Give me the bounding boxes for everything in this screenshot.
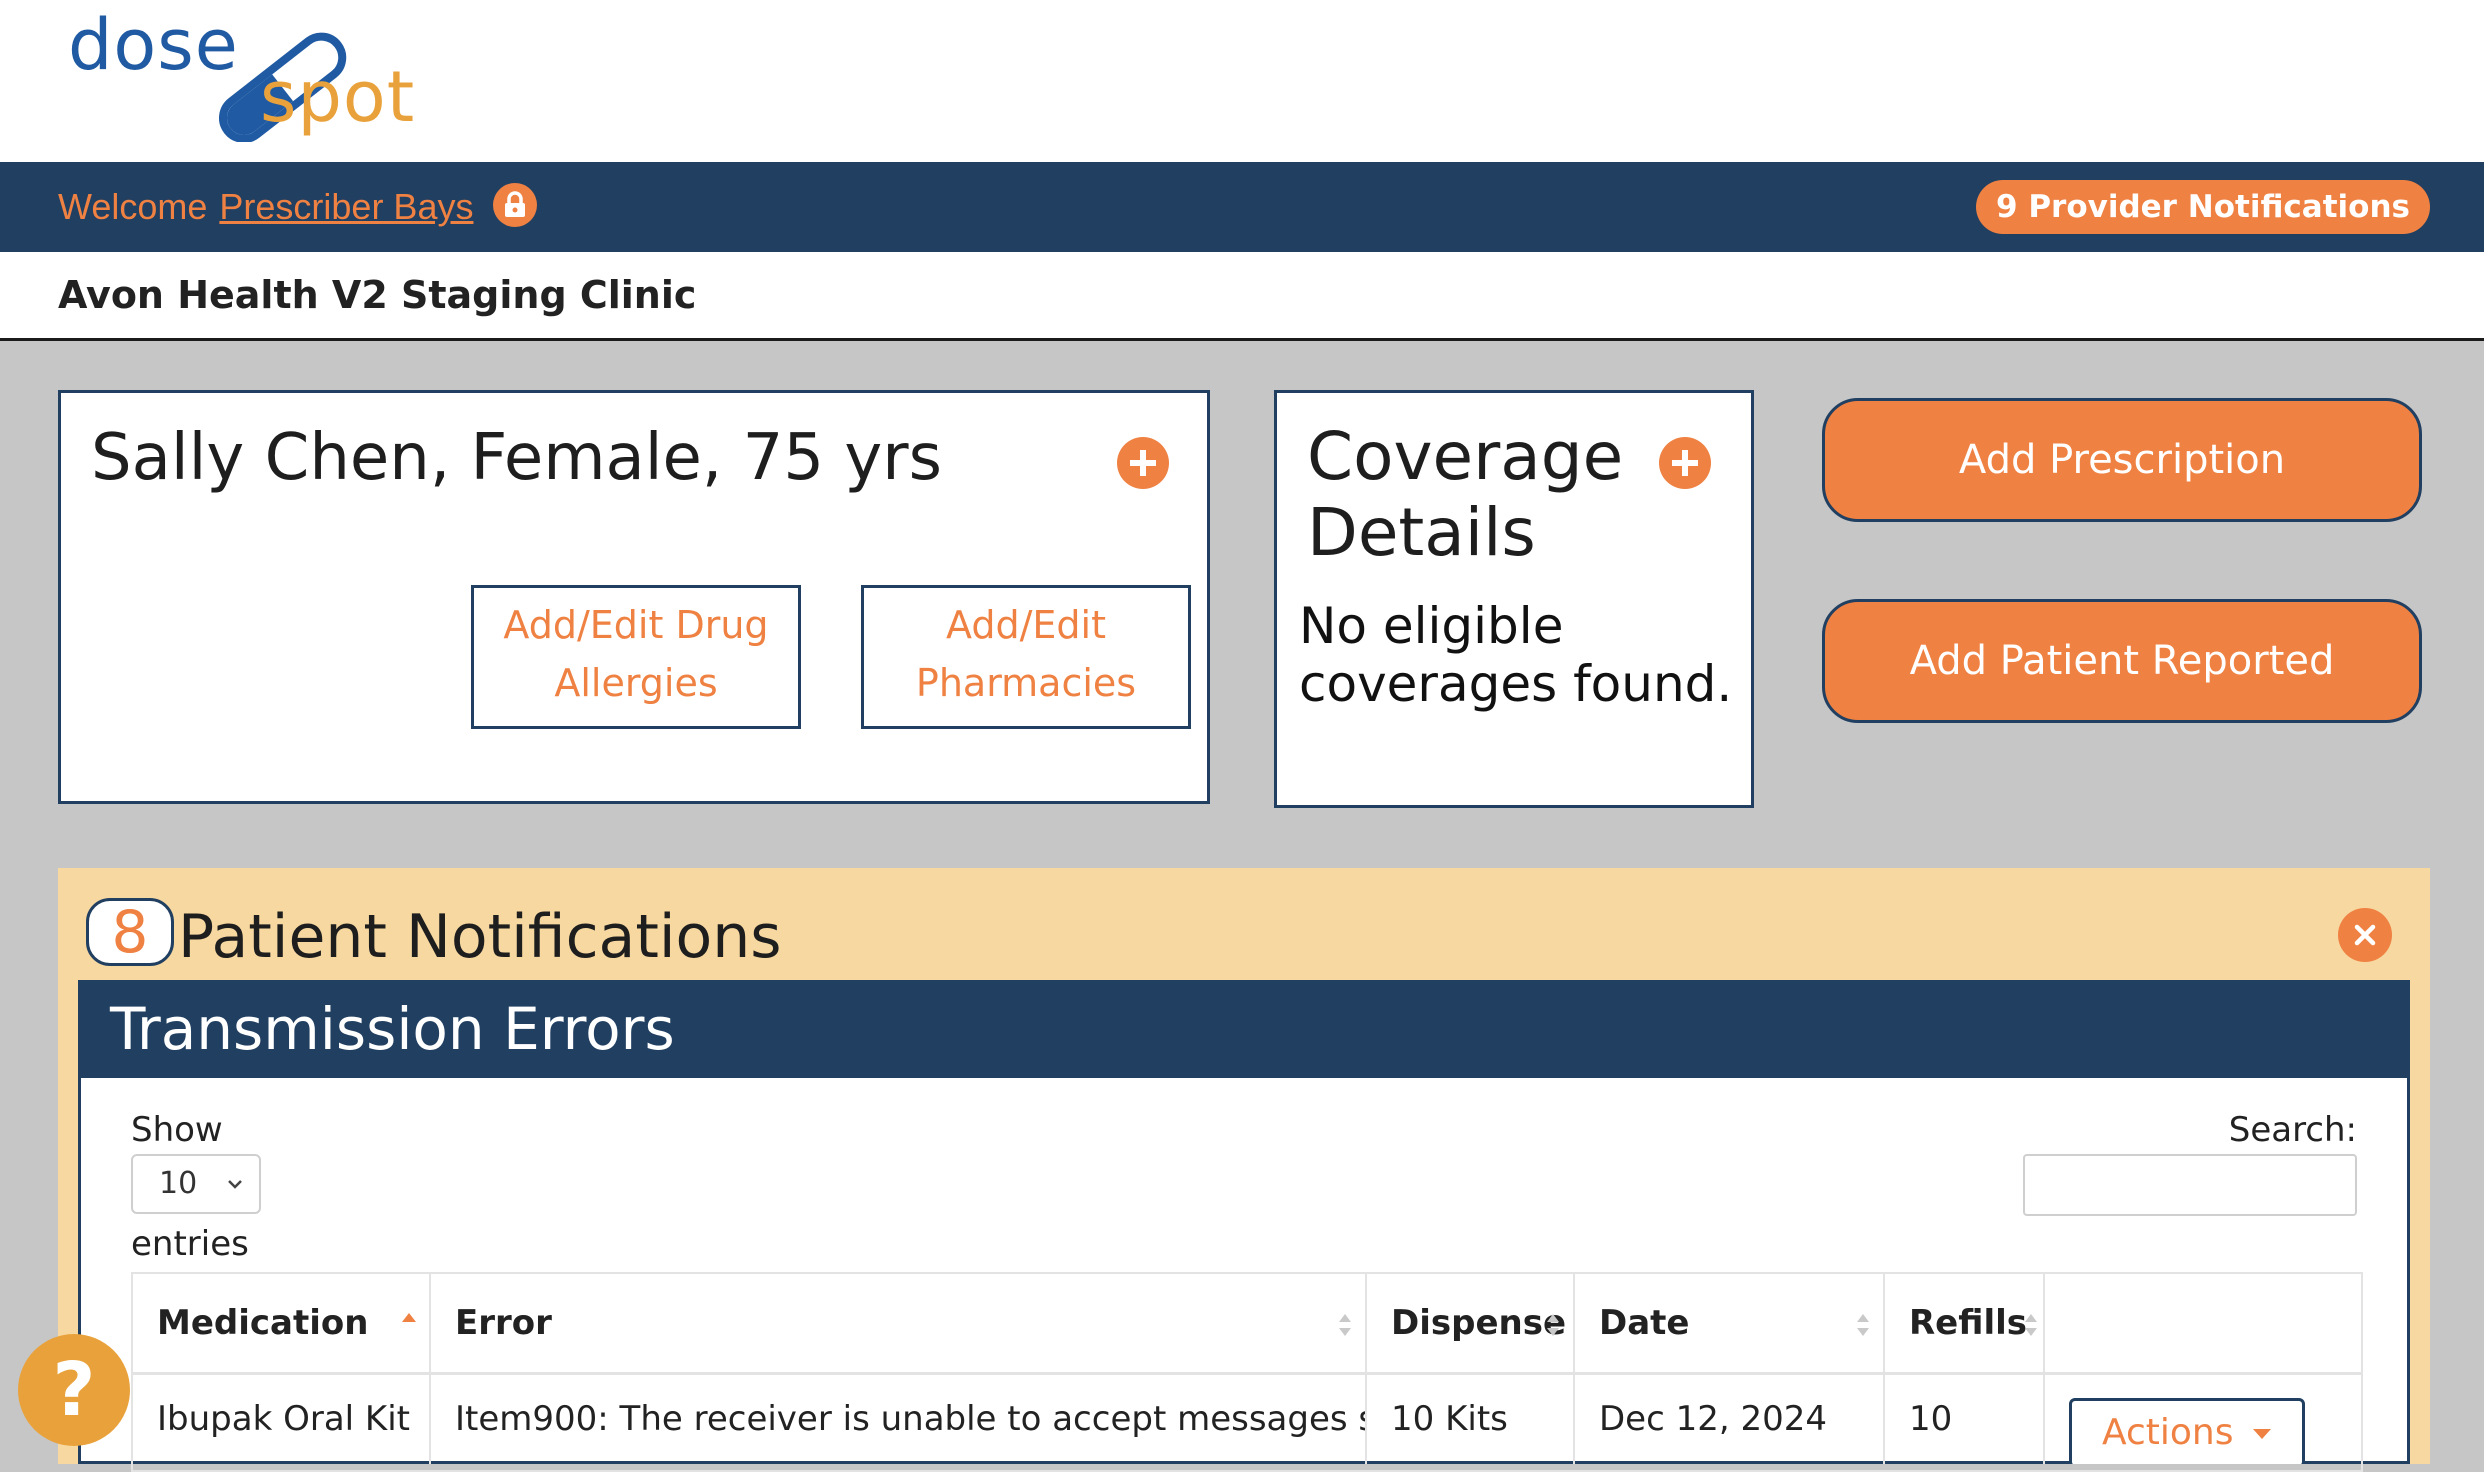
sort-icon (1857, 1314, 1869, 1336)
sort-icon (1339, 1314, 1351, 1336)
welcome-prefix: Welcome (58, 186, 208, 227)
lock-icon[interactable] (493, 183, 538, 228)
sort-icon (2025, 1314, 2037, 1336)
transmission-errors-header: Transmission Errors (78, 980, 2410, 1078)
add-coverage-plus-icon[interactable] (1659, 437, 1711, 489)
add-prescription-button[interactable]: Add Prescription (1822, 398, 2422, 522)
drug-allergies-label-line2: Allergies (554, 661, 718, 705)
actions-dropdown-button[interactable]: Actions (2069, 1398, 2305, 1464)
entries-label: entries (131, 1224, 249, 1264)
column-header-medication-label: Medication (157, 1303, 369, 1343)
clinic-bar: Avon Health V2 Staging Clinic (0, 252, 2484, 341)
close-icon[interactable] (2338, 908, 2392, 962)
add-patient-reported-button[interactable]: Add Patient Reported (1822, 599, 2422, 723)
column-header-error-label: Error (455, 1303, 552, 1343)
transmission-errors-table: Medication Error Dispense Date Refills I… (131, 1272, 2363, 1472)
coverage-message-line1: No eligible (1299, 597, 1564, 655)
column-header-actions (2045, 1274, 2361, 1372)
cell-date: Dec 12, 2024 (1575, 1374, 1885, 1464)
help-button[interactable]: ? (18, 1334, 130, 1446)
column-header-date-label: Date (1599, 1303, 1690, 1343)
cell-refills: 10 (1885, 1374, 2045, 1464)
search-input[interactable] (2023, 1154, 2357, 1216)
patient-summary: Sally Chen, Female, 75 yrs (91, 421, 942, 495)
actions-label: Actions (2102, 1412, 2234, 1453)
prescriber-link[interactable]: Prescriber Bays (219, 186, 473, 227)
search-label: Search: (2228, 1110, 2357, 1150)
page-size-select[interactable]: 10 (131, 1154, 261, 1214)
notification-count-badge: 8 (86, 898, 174, 966)
column-header-refills[interactable]: Refills (1885, 1274, 2045, 1372)
logo-word-spot: spot (260, 56, 416, 138)
column-header-dispense[interactable]: Dispense (1367, 1274, 1575, 1372)
page-size-value: 10 (159, 1166, 198, 1201)
welcome-text: Welcome Prescriber Bays (58, 162, 538, 252)
cell-error: Item900: The receiver is unable to accep… (431, 1374, 1367, 1464)
add-edit-drug-allergies-button[interactable]: Add/Edit Drug Allergies (471, 585, 801, 729)
patient-notifications-title: Patient Notifications (178, 902, 782, 972)
patient-notifications-panel: 8 Patient Notifications Transmission Err… (58, 868, 2430, 1472)
sort-icon (1547, 1314, 1559, 1336)
pharmacies-label-line1: Add/Edit (946, 603, 1106, 647)
coverage-card: Coverage Details No eligible coverages f… (1274, 390, 1754, 808)
cell-medication: Ibupak Oral Kit (133, 1374, 431, 1464)
transmission-errors-title: Transmission Errors (110, 995, 675, 1063)
chevron-down-icon (228, 1180, 242, 1189)
logo-bar: dose spot (0, 0, 2484, 162)
column-header-dispense-label: Dispense (1391, 1303, 1567, 1343)
pharmacies-label-line2: Pharmacies (915, 661, 1137, 705)
cell-actions: Actions (2045, 1374, 2361, 1464)
coverage-message-line2: coverages found. (1299, 655, 1733, 713)
coverage-title-line1: Coverage (1307, 418, 1624, 495)
column-header-medication[interactable]: Medication (133, 1274, 431, 1372)
sort-ascending-icon (402, 1313, 416, 1322)
coverage-title-line2: Details (1307, 494, 1536, 571)
dosespot-logo[interactable]: dose spot (64, 4, 424, 154)
clinic-name: Avon Health V2 Staging Clinic (58, 273, 697, 317)
cell-dispense: 10 Kits (1367, 1374, 1575, 1464)
transmission-errors-box: Transmission Errors Show 10 entries Sear… (78, 980, 2410, 1472)
coverage-message: No eligible coverages found. (1299, 597, 1739, 713)
column-header-error[interactable]: Error (431, 1274, 1367, 1372)
provider-notifications-button[interactable]: 9 Provider Notifications (1975, 180, 2430, 234)
column-header-date[interactable]: Date (1575, 1274, 1885, 1372)
patient-card: Sally Chen, Female, 75 yrs Add/Edit Drug… (58, 390, 1210, 804)
welcome-bar: Welcome Prescriber Bays 9 Provider Notifi… (0, 162, 2484, 252)
coverage-title: Coverage Details (1307, 419, 1647, 571)
column-header-refills-label: Refills (1909, 1303, 2027, 1343)
show-label: Show (131, 1110, 223, 1150)
caret-down-icon (2252, 1429, 2271, 1439)
add-patient-detail-plus-icon[interactable] (1117, 437, 1169, 489)
drug-allergies-label-line1: Add/Edit Drug (503, 603, 769, 647)
add-edit-pharmacies-button[interactable]: Add/Edit Pharmacies (861, 585, 1191, 729)
